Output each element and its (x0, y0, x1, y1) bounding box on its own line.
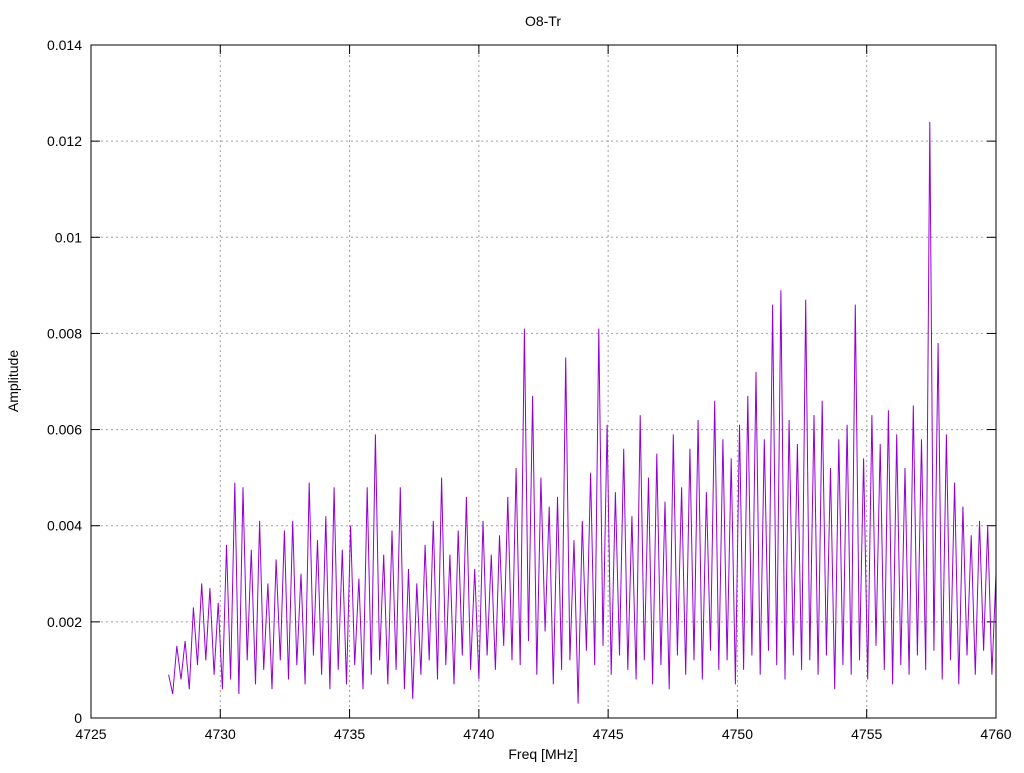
y-tick-label: 0 (74, 710, 82, 726)
chart: 4725 4730 4735 4740 4745 4750 4755 4760 0 0.002 0.… (5, 13, 1012, 762)
y-axis-label: Amplitude (5, 350, 21, 412)
y-tick-label: 0.008 (47, 325, 82, 341)
chart-title: O8-Tr (525, 13, 561, 29)
x-tick-label: 4740 (463, 726, 494, 742)
y-tick-label: 0.006 (47, 422, 82, 438)
x-tick-label: 4760 (980, 726, 1011, 742)
series (168, 121, 997, 704)
y-tick-label: 0.014 (47, 37, 82, 53)
x-tick-label: 4750 (722, 726, 753, 742)
x-axis-label: Freq [MHz] (508, 746, 577, 762)
x-tick-label: 4745 (593, 726, 624, 742)
y-tick-label: 0.002 (47, 614, 82, 630)
x-tick-label: 4755 (851, 726, 882, 742)
y-tick-label: 0.004 (47, 518, 82, 534)
x-tick-label: 4735 (334, 726, 365, 742)
x-tick-label: 4725 (75, 726, 106, 742)
x-tick-label: 4730 (205, 726, 236, 742)
y-tick-label: 0.01 (55, 229, 82, 245)
series-line (168, 121, 997, 704)
y-tick-label: 0.012 (47, 133, 82, 149)
